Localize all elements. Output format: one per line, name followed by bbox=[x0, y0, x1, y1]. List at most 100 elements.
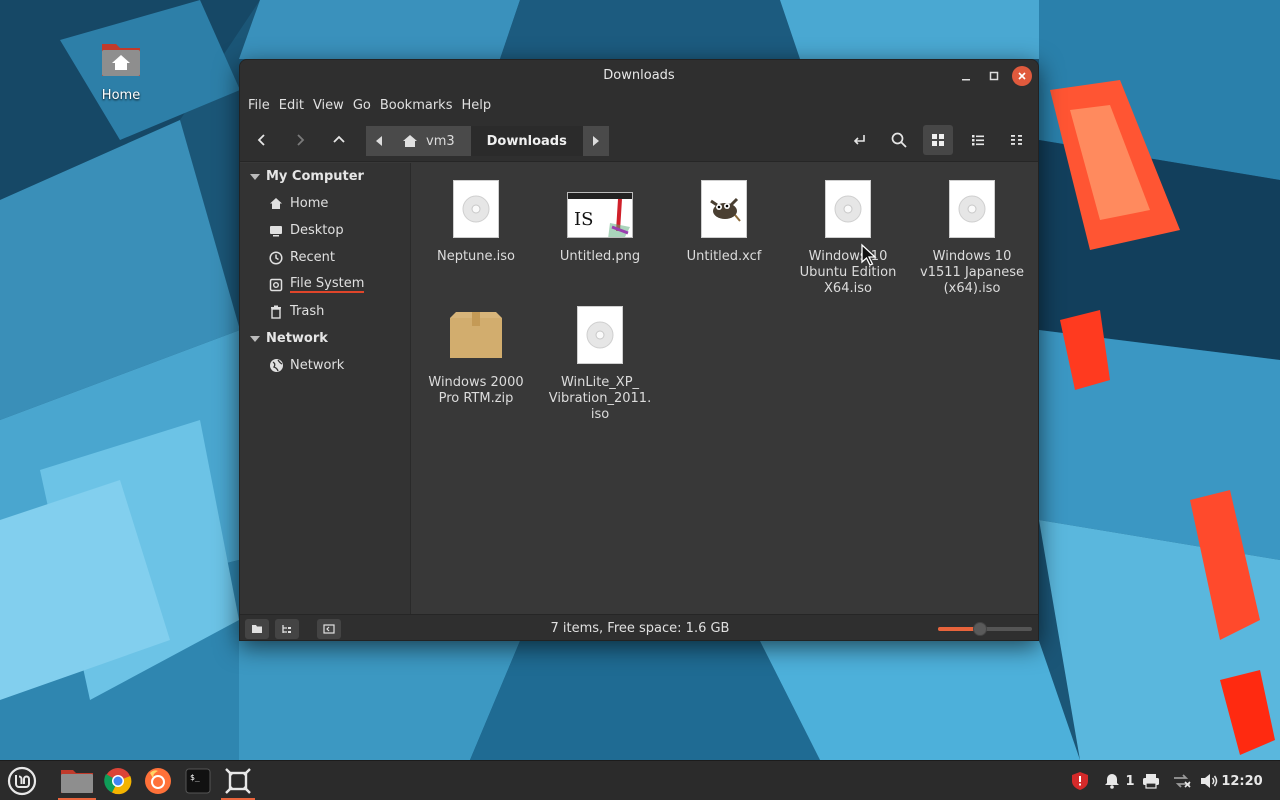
menu-view[interactable]: View bbox=[313, 98, 353, 113]
tray-printer[interactable] bbox=[1140, 761, 1162, 800]
taskbar-firefox[interactable] bbox=[140, 761, 176, 800]
triangle-left-icon bbox=[376, 136, 382, 146]
file-name: Neptune.iso bbox=[436, 249, 516, 264]
desktop-icon bbox=[268, 223, 284, 239]
network-icon bbox=[268, 358, 284, 374]
tray-security-shield[interactable] bbox=[1068, 761, 1092, 800]
sidebar-item-label: File System bbox=[290, 275, 365, 293]
recent-icon bbox=[268, 250, 284, 266]
maximize-button[interactable] bbox=[984, 66, 1004, 86]
taskbar-terminal[interactable]: $_ bbox=[180, 761, 216, 800]
desktop-home-label: Home bbox=[101, 88, 141, 103]
sidebar-item-label: Desktop bbox=[290, 223, 344, 238]
file-item[interactable]: Windows 10 Ubuntu Edition X64.iso bbox=[789, 178, 907, 297]
home-folder-icon bbox=[100, 40, 142, 78]
breadcrumb-left-arrow[interactable] bbox=[366, 126, 392, 156]
firefox-icon bbox=[145, 768, 171, 794]
compact-view-icon bbox=[1011, 135, 1022, 145]
tray-network[interactable] bbox=[1170, 761, 1194, 800]
sidebar-section-network[interactable]: Network bbox=[240, 325, 410, 352]
desktop-home-shortcut[interactable]: Home bbox=[92, 40, 150, 103]
breadcrumb-vm3[interactable]: vm3 bbox=[392, 126, 471, 156]
sidebar-item-trash[interactable]: Trash bbox=[240, 298, 410, 325]
taskbar-file-manager[interactable] bbox=[56, 761, 98, 800]
sidebar-item-home[interactable]: Home bbox=[240, 190, 410, 217]
sidebar-item-recent[interactable]: Recent bbox=[240, 244, 410, 271]
sidebar-section-my-computer[interactable]: My Computer bbox=[240, 163, 410, 190]
maximize-icon bbox=[989, 71, 999, 81]
tray-volume[interactable] bbox=[1198, 761, 1220, 800]
list-view-button[interactable] bbox=[963, 125, 993, 155]
triangle-right-icon bbox=[592, 136, 599, 146]
close-button[interactable] bbox=[1012, 66, 1032, 86]
file-icon-view[interactable]: Neptune.iso IS Untitled.png Untitled.xcf… bbox=[411, 163, 1038, 614]
clock[interactable]: 12:20 bbox=[1221, 761, 1262, 800]
search-icon bbox=[891, 132, 907, 148]
menu-button[interactable] bbox=[4, 761, 40, 800]
sidebar-item-desktop[interactable]: Desktop bbox=[240, 217, 410, 244]
status-text: 7 items, Free space: 1.6 GB bbox=[550, 621, 730, 636]
window-title: Downloads bbox=[603, 68, 675, 83]
shield-icon bbox=[1072, 772, 1088, 790]
taskbar-chrome[interactable] bbox=[100, 761, 136, 800]
sidebar-item-file-system[interactable]: File System bbox=[240, 271, 410, 298]
menu-bar: File Edit View Go Bookmarks Help bbox=[240, 92, 1038, 118]
forward-button[interactable] bbox=[285, 125, 315, 155]
chrome-icon bbox=[104, 768, 132, 795]
file-item[interactable]: Neptune.iso bbox=[417, 178, 535, 265]
expander-icon bbox=[250, 173, 260, 180]
folder-icon bbox=[61, 770, 93, 793]
file-name: Windows 2000 Pro RTM.zip bbox=[428, 375, 524, 406]
window-titlebar[interactable]: Downloads bbox=[240, 60, 1038, 92]
list-icon bbox=[972, 135, 984, 146]
taskbar: $_ 1 12:20 bbox=[0, 760, 1280, 800]
archive-icon bbox=[448, 310, 504, 364]
sidebar-item-network[interactable]: Network bbox=[240, 352, 410, 379]
breadcrumb-downloads[interactable]: Downloads bbox=[470, 126, 583, 156]
breadcrumb: vm3 Downloads bbox=[366, 126, 609, 156]
file-item[interactable]: IS Untitled.png bbox=[541, 178, 659, 265]
zoom-slider[interactable] bbox=[938, 622, 1032, 636]
menu-go[interactable]: Go bbox=[353, 98, 380, 113]
search-button[interactable] bbox=[884, 125, 914, 155]
breadcrumb-right-arrow[interactable] bbox=[582, 126, 609, 156]
menu-edit[interactable]: Edit bbox=[279, 98, 313, 113]
notification-count: 1 bbox=[1125, 773, 1135, 789]
chevron-right-icon bbox=[297, 134, 305, 146]
close-icon bbox=[1018, 72, 1026, 80]
compact-view-button[interactable] bbox=[1002, 125, 1032, 155]
sidebar-item-label: Recent bbox=[290, 250, 335, 265]
file-item[interactable]: WinLite_XP_ Vibration_2011. iso bbox=[541, 304, 659, 423]
expander-icon bbox=[250, 335, 260, 342]
file-item[interactable]: Untitled.xcf bbox=[665, 178, 783, 265]
breadcrumb-vm3-label: vm3 bbox=[426, 133, 455, 149]
sidebar-section-title: My Computer bbox=[266, 169, 364, 184]
menu-bookmarks[interactable]: Bookmarks bbox=[380, 98, 462, 113]
svg-text:$_: $_ bbox=[190, 773, 200, 782]
toggle-location-button[interactable] bbox=[845, 125, 875, 155]
file-name: Untitled.png bbox=[559, 249, 641, 264]
file-manager-window: Downloads File Edit View Go Bookmarks He… bbox=[239, 59, 1039, 641]
file-item[interactable]: Windows 2000 Pro RTM.zip bbox=[417, 304, 535, 407]
menu-help[interactable]: Help bbox=[461, 98, 500, 113]
places-sidebar: My Computer Home Desktop Recent File Sys… bbox=[240, 163, 411, 614]
minimize-icon bbox=[962, 79, 970, 81]
gimp-file-icon bbox=[701, 180, 747, 238]
terminal-icon: $_ bbox=[185, 768, 211, 794]
minimize-button[interactable] bbox=[956, 66, 976, 86]
file-name: Windows 10 Ubuntu Edition X64.iso bbox=[799, 249, 897, 296]
file-name: Windows 10 v1511 Japanese (x64).iso bbox=[920, 249, 1024, 296]
icon-view-button[interactable] bbox=[923, 125, 953, 155]
taskbar-virtualbox-app[interactable] bbox=[219, 761, 257, 800]
drive-icon bbox=[268, 277, 284, 293]
up-button[interactable] bbox=[324, 125, 354, 155]
tray-notifications[interactable]: 1 bbox=[1100, 761, 1138, 800]
sidebar-section-title: Network bbox=[266, 331, 328, 346]
file-item[interactable]: Windows 10 v1511 Japanese (x64).iso bbox=[913, 178, 1031, 297]
back-button[interactable] bbox=[247, 125, 277, 155]
sidebar-item-label: Network bbox=[290, 358, 345, 373]
home-icon bbox=[403, 135, 417, 147]
status-bar: 7 items, Free space: 1.6 GB bbox=[240, 614, 1038, 640]
menu-file[interactable]: File bbox=[248, 98, 279, 113]
volume-icon bbox=[1201, 774, 1218, 788]
